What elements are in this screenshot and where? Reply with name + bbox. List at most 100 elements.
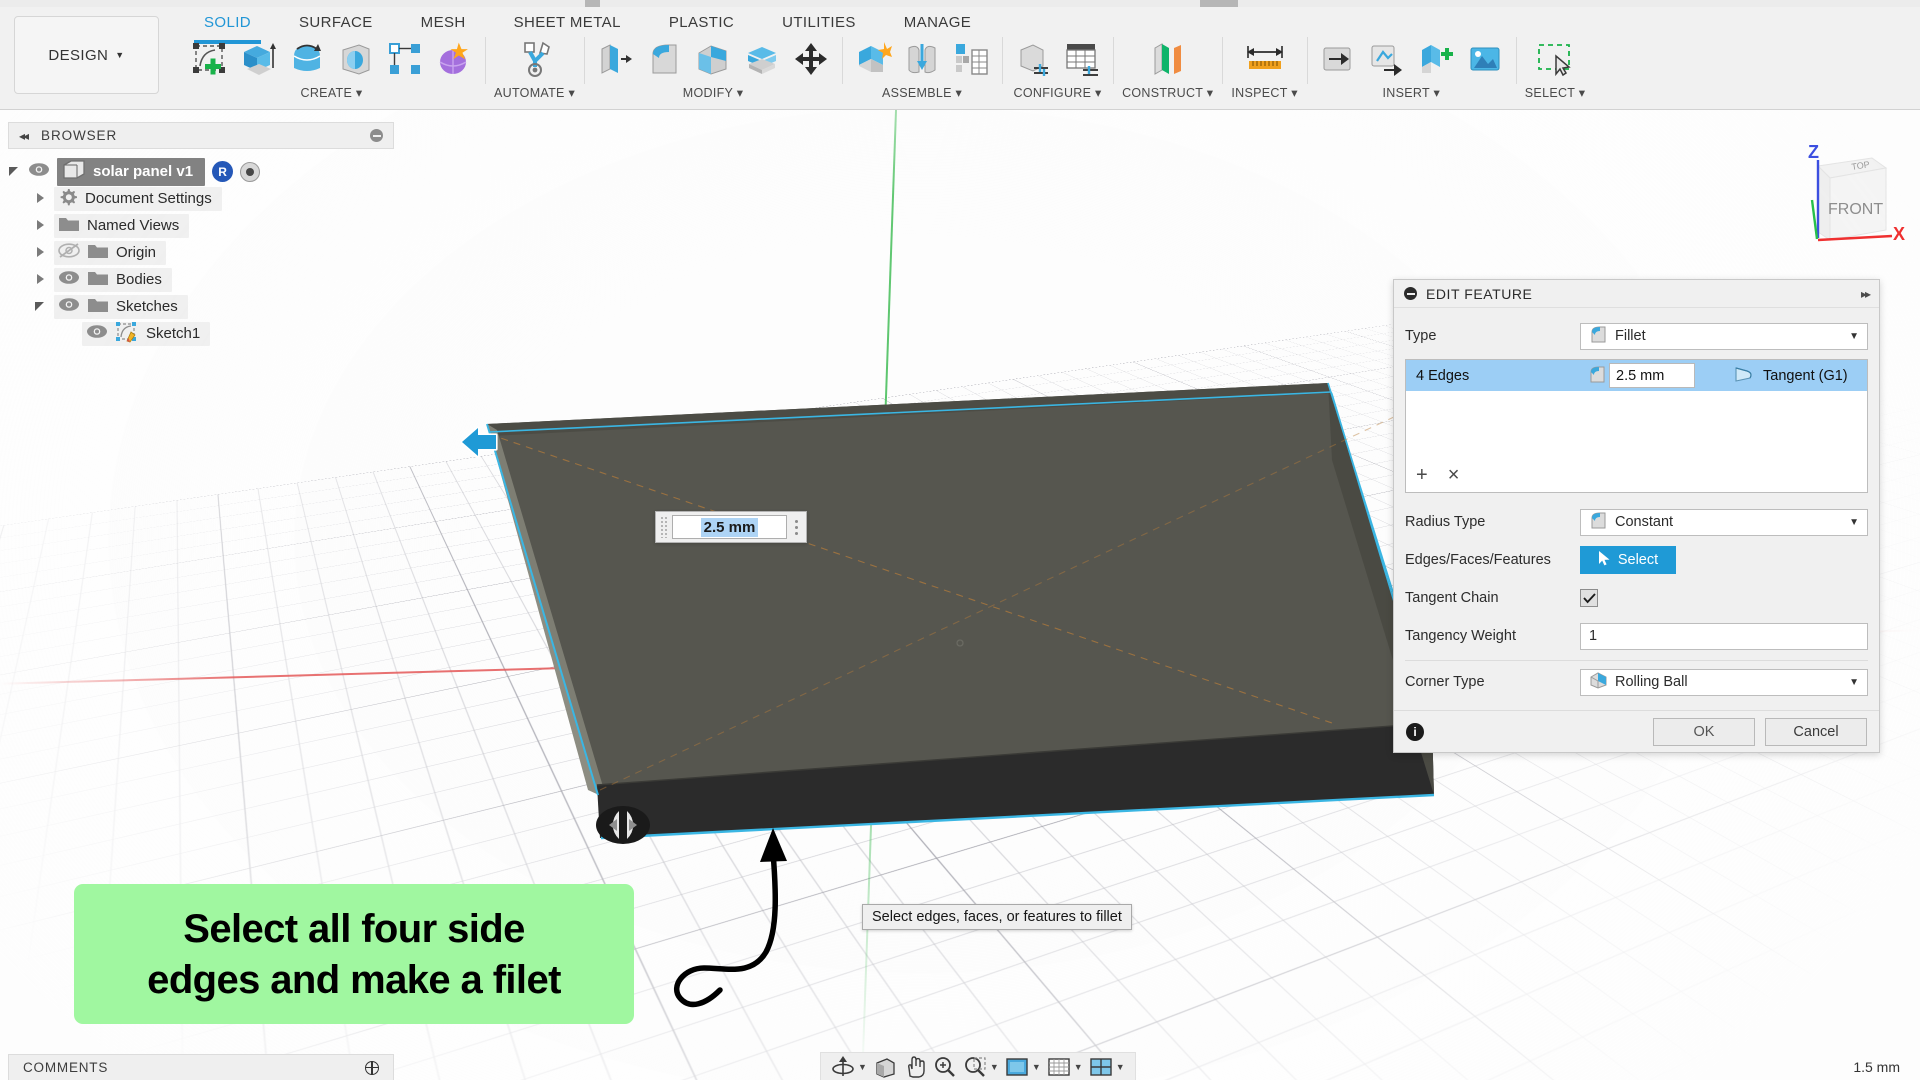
select-icon[interactable]	[1533, 37, 1577, 81]
display-settings-icon[interactable]: ▼	[1005, 1056, 1041, 1078]
collapse-dialog-icon[interactable]	[1404, 287, 1417, 300]
tree-row-named-views[interactable]: Named Views	[34, 212, 394, 239]
eye-icon[interactable]	[58, 270, 80, 289]
value-field-grip[interactable]	[660, 516, 669, 538]
activate-component-icon[interactable]	[240, 161, 261, 182]
dialog-title-bar[interactable]: EDIT FEATURE ▸▸	[1394, 280, 1879, 308]
eye-icon[interactable]	[58, 297, 80, 316]
configuration-table-icon[interactable]	[1060, 37, 1104, 81]
expand-arrow-right-icon[interactable]	[34, 246, 47, 259]
tree-row-bodies[interactable]: Bodies	[34, 266, 394, 293]
add-comment-icon[interactable]	[365, 1060, 379, 1075]
edge-selection-list[interactable]: 4 Edges 2.5 mm Tangent (G1) + ×	[1405, 359, 1868, 493]
sweep-icon[interactable]	[334, 37, 378, 81]
ribbon-group-assemble-label[interactable]: ASSEMBLE ▾	[882, 85, 962, 100]
tangent-chain-checkbox[interactable]	[1580, 589, 1598, 607]
press-pull-icon[interactable]	[593, 37, 637, 81]
pan-icon[interactable]	[903, 1055, 927, 1078]
new-component-icon[interactable]	[851, 37, 895, 81]
decal-icon[interactable]	[1463, 37, 1507, 81]
configuration-icon[interactable]	[1011, 37, 1055, 81]
chevron-down-icon[interactable]: ▼	[990, 1062, 999, 1072]
view-cube[interactable]: TOP FRONT Z X	[1780, 140, 1910, 265]
new-sketch-icon[interactable]	[187, 37, 231, 81]
remove-selection-icon[interactable]: ×	[1448, 465, 1460, 485]
tab-manage[interactable]: MANAGE	[880, 10, 995, 35]
chamfer-icon[interactable]	[691, 37, 735, 81]
fillet-radius-input-overlay[interactable]: 2.5 mm	[655, 511, 807, 543]
ribbon-group-select-label[interactable]: SELECT ▾	[1525, 85, 1586, 100]
ribbon-group-configure-label[interactable]: CONFIGURE ▾	[1014, 85, 1102, 100]
radius-type-dropdown[interactable]: Constant ▼	[1580, 508, 1868, 536]
tab-sheet-metal[interactable]: SHEET METAL	[490, 10, 645, 35]
expand-arrow-right-icon[interactable]	[34, 273, 47, 286]
joint-icon[interactable]	[900, 37, 944, 81]
eye-icon[interactable]	[86, 324, 108, 343]
chevron-down-icon[interactable]: ▼	[1032, 1062, 1041, 1072]
root-component-pill[interactable]: solar panel v1	[57, 157, 206, 186]
tree-row-origin[interactable]: Origin	[34, 239, 394, 266]
form-icon[interactable]	[432, 37, 476, 81]
tree-row-root[interactable]: solar panel v1 R	[8, 157, 394, 186]
look-at-icon[interactable]	[873, 1056, 897, 1078]
tab-plastic[interactable]: PLASTIC	[645, 10, 758, 35]
tab-solid[interactable]: SOLID	[180, 10, 275, 44]
browser-collapse-dot-icon[interactable]	[370, 129, 383, 142]
read-only-badge-icon[interactable]: R	[212, 161, 234, 182]
tab-surface[interactable]: SURFACE	[275, 10, 397, 35]
ribbon-group-modify-label[interactable]: MODIFY ▾	[683, 85, 744, 100]
type-dropdown[interactable]: Fillet ▼	[1580, 322, 1868, 350]
move-copy-icon[interactable]	[789, 37, 833, 81]
workspace-switcher[interactable]: DESIGN ▼	[14, 16, 159, 94]
corner-type-dropdown[interactable]: Rolling Ball ▼	[1580, 668, 1868, 696]
tab-utilities[interactable]: UTILITIES	[758, 10, 880, 35]
automate-icon[interactable]	[513, 37, 557, 81]
chevron-down-icon[interactable]: ▼	[1849, 517, 1859, 528]
chevron-down-icon[interactable]: ▼	[1849, 331, 1859, 342]
value-field-menu-icon[interactable]	[790, 519, 802, 535]
tree-row-document-settings[interactable]: Document Settings	[34, 185, 394, 212]
cancel-button[interactable]: Cancel	[1765, 717, 1867, 746]
ribbon-group-insert-label[interactable]: INSERT ▾	[1383, 85, 1441, 100]
derive-icon[interactable]	[1316, 37, 1360, 81]
orbit-icon[interactable]: ▼	[831, 1055, 867, 1078]
ribbon-group-construct-label[interactable]: CONSTRUCT ▾	[1122, 85, 1213, 100]
grid-snap-icon[interactable]: ▼	[1047, 1056, 1083, 1078]
expand-panel-icon[interactable]: ▸▸	[1861, 287, 1871, 301]
collapse-icon[interactable]: ◂◂	[19, 129, 29, 143]
pattern-icon[interactable]	[383, 37, 427, 81]
expand-arrow-right-icon[interactable]	[34, 192, 47, 205]
fillet-radius-value[interactable]: 2.5 mm	[700, 517, 759, 537]
eye-icon[interactable]	[28, 162, 50, 181]
shell-icon[interactable]	[740, 37, 784, 81]
ribbon-group-inspect-label[interactable]: INSPECT ▾	[1231, 85, 1297, 100]
offset-plane-icon[interactable]	[1146, 37, 1190, 81]
measure-icon[interactable]	[1243, 37, 1287, 81]
edge-radius-input[interactable]: 2.5 mm	[1609, 363, 1695, 388]
bom-icon[interactable]	[949, 37, 993, 81]
add-selection-icon[interactable]: +	[1416, 465, 1428, 485]
tree-row-sketches[interactable]: Sketches	[34, 293, 394, 320]
extrude-icon[interactable]	[236, 37, 280, 81]
revolve-icon[interactable]	[285, 37, 329, 81]
insert-mesh-icon[interactable]	[1414, 37, 1458, 81]
chevron-down-icon[interactable]: ▼	[1116, 1062, 1125, 1072]
tangency-weight-input[interactable]: 1	[1580, 622, 1868, 650]
edge-list-row[interactable]: 4 Edges 2.5 mm Tangent (G1)	[1406, 360, 1867, 391]
ribbon-group-automate-label[interactable]: AUTOMATE ▾	[494, 85, 575, 100]
tree-row-sketch1[interactable]: Sketch1	[56, 320, 394, 347]
eye-hidden-icon[interactable]	[58, 243, 80, 262]
insert-mcmaster-icon[interactable]	[1365, 37, 1409, 81]
select-button[interactable]: Select	[1580, 546, 1676, 574]
expand-arrow-down-icon[interactable]	[34, 300, 47, 313]
chevron-down-icon[interactable]: ▼	[1074, 1062, 1083, 1072]
fillet-icon[interactable]	[642, 37, 686, 81]
expand-arrow-right-icon[interactable]	[34, 219, 47, 232]
zoom-icon[interactable]	[933, 1056, 957, 1078]
value-field-inner[interactable]: 2.5 mm	[672, 515, 787, 539]
comments-panel[interactable]: COMMENTS	[8, 1054, 394, 1080]
ok-button[interactable]: OK	[1653, 717, 1755, 746]
chevron-down-icon[interactable]: ▼	[858, 1062, 867, 1072]
ribbon-group-create-label[interactable]: CREATE ▾	[301, 85, 363, 100]
info-icon[interactable]: i	[1406, 722, 1424, 741]
